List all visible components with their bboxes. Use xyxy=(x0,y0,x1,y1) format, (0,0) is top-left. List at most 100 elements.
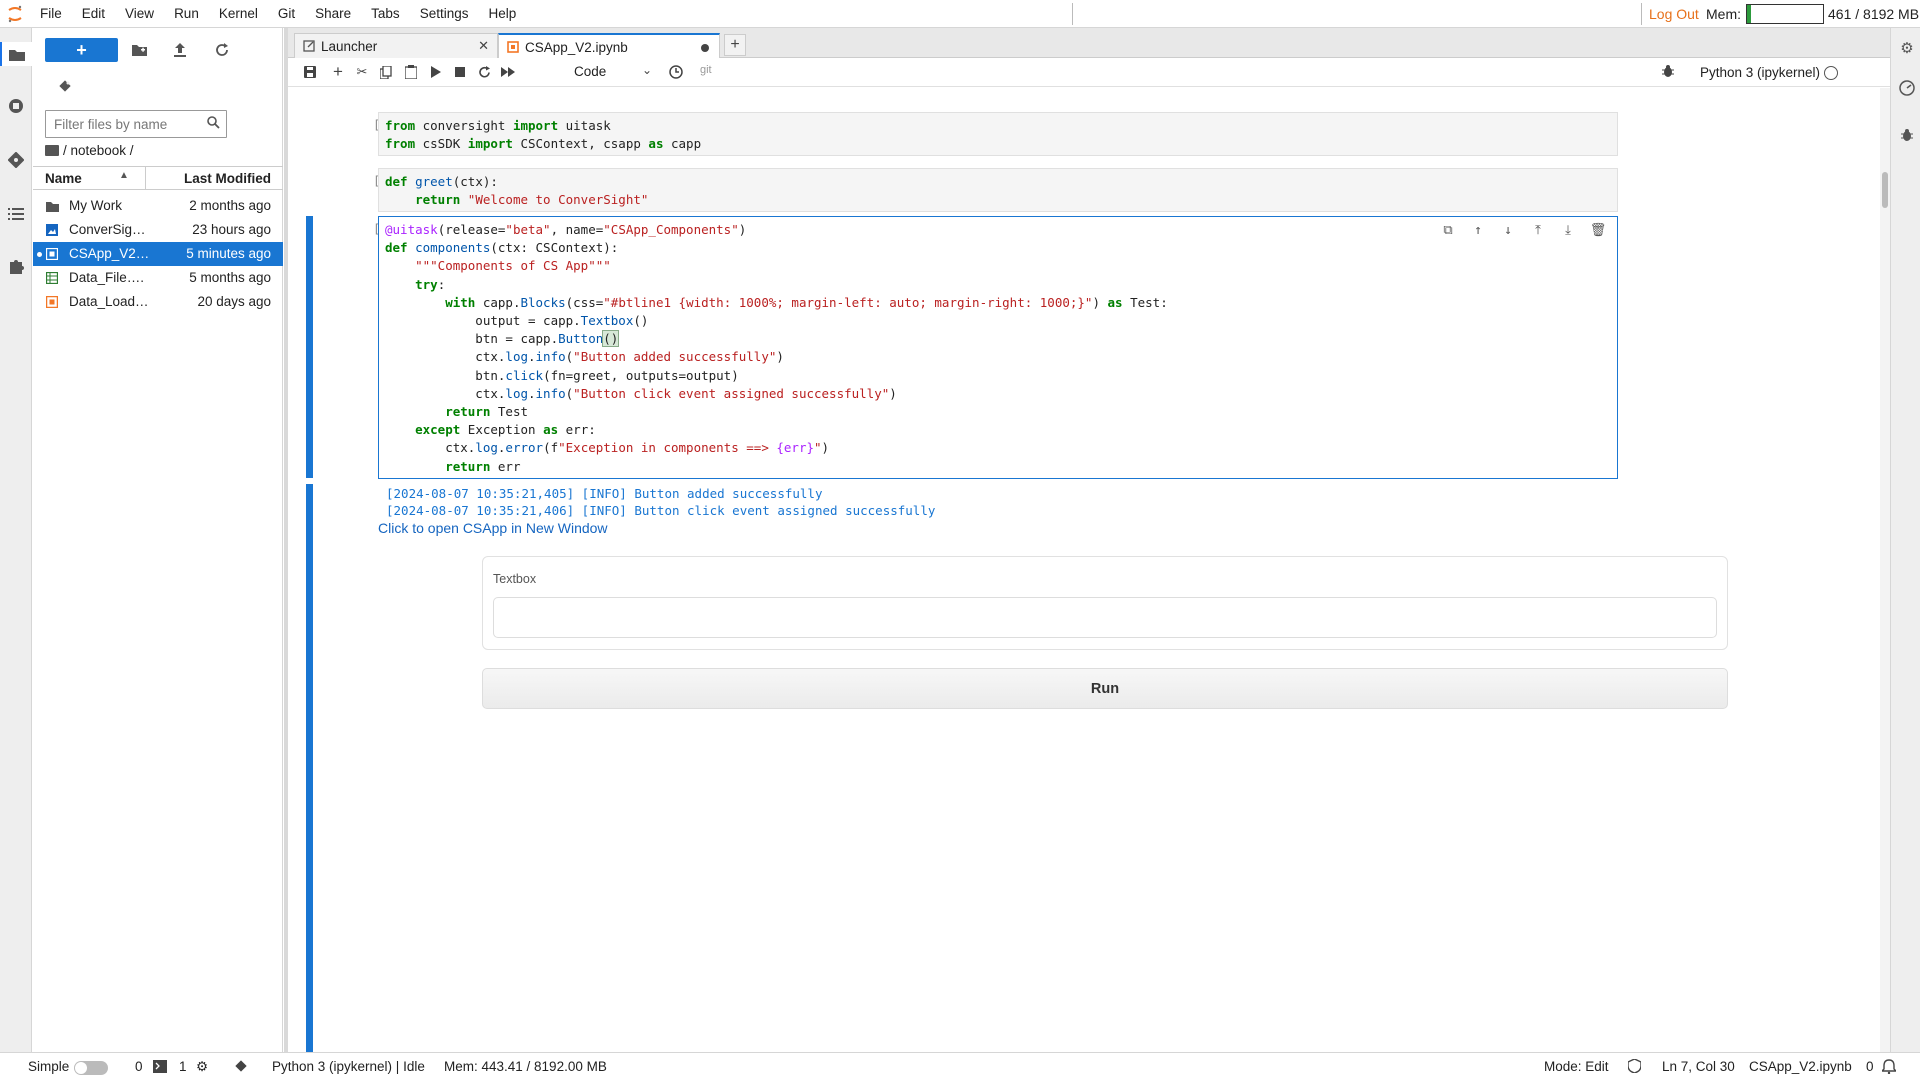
new-launcher-button[interactable]: + xyxy=(45,38,118,62)
kernel-name-button[interactable]: Python 3 (ipykernel) xyxy=(1700,65,1820,80)
column-modified-header[interactable]: Last Modified xyxy=(184,171,271,186)
git-clone-icon[interactable] xyxy=(53,74,77,98)
upload-icon[interactable] xyxy=(168,38,192,62)
code-cell-components[interactable]: @uitask(release="beta", name="CSApp_Comp… xyxy=(378,216,1618,479)
filter-placeholder: Filter files by name xyxy=(54,116,168,132)
sort-ascending-icon: ▲ xyxy=(119,170,129,181)
folder-icon xyxy=(45,145,59,156)
breadcrumb[interactable]: / notebook / xyxy=(45,143,134,158)
file-name: Data_File…. xyxy=(69,270,145,285)
file-name: CSApp_V2… xyxy=(69,246,149,261)
menu-tabs[interactable]: Tabs xyxy=(361,0,410,28)
git-panel-icon[interactable] xyxy=(4,148,28,172)
property-inspector-gear-icon[interactable]: ⚙ xyxy=(1897,38,1917,58)
run-button[interactable]: Run xyxy=(482,668,1728,709)
breadcrumb-path[interactable]: / notebook / xyxy=(63,143,134,158)
logout-button[interactable]: Log Out xyxy=(1644,0,1704,28)
new-tab-button[interactable]: + xyxy=(724,34,746,56)
simple-mode-toggle[interactable] xyxy=(74,1061,108,1075)
folder-icon xyxy=(46,200,59,212)
kernel-chip-icon: ⚙ xyxy=(196,1059,209,1074)
kernels-count[interactable]: 1 xyxy=(179,1059,187,1074)
tab-label: Launcher xyxy=(321,38,378,54)
memory-status-text: Mem: 443.41 / 8192.00 MB xyxy=(444,1059,607,1074)
file-list-item[interactable]: CSApp_V2… 5 minutes ago xyxy=(33,242,283,266)
stop-kernel-icon[interactable] xyxy=(450,62,470,82)
file-list-item[interactable]: Data_Load… 20 days ago xyxy=(33,290,283,314)
notification-count[interactable]: 0 xyxy=(1866,1059,1874,1074)
move-down-icon[interactable]: ↓ xyxy=(1499,222,1517,240)
terminal-icon xyxy=(153,1060,167,1076)
menu-file[interactable]: File xyxy=(30,0,72,28)
file-name: ConverSig… xyxy=(69,222,146,237)
textbox-input[interactable] xyxy=(493,597,1717,638)
menu-view[interactable]: View xyxy=(115,0,164,28)
copy-icon[interactable] xyxy=(376,62,396,82)
cut-icon[interactable]: ✂ xyxy=(352,62,372,82)
menu-edit[interactable]: Edit xyxy=(72,0,115,28)
cursor-position-text[interactable]: Ln 7, Col 30 xyxy=(1662,1059,1735,1074)
cell-type-select[interactable]: Code xyxy=(574,64,606,79)
debugger-bug-icon[interactable] xyxy=(1662,64,1674,80)
editor-mode-text[interactable]: Mode: Edit xyxy=(1544,1059,1609,1074)
tab-launcher[interactable]: Launcher ✕ xyxy=(294,33,498,58)
kernel-status-text[interactable]: Python 3 (ipykernel) | Idle xyxy=(272,1059,425,1074)
debugger-bug-icon[interactable] xyxy=(1897,124,1917,144)
save-icon[interactable] xyxy=(300,62,320,82)
paste-icon[interactable] xyxy=(401,62,421,82)
menu-kernel[interactable]: Kernel xyxy=(209,0,268,28)
menu-help[interactable]: Help xyxy=(478,0,526,28)
delete-cell-icon[interactable]: 🗑 xyxy=(1589,222,1607,240)
notebook-scrollbar[interactable] xyxy=(1880,88,1890,1052)
refresh-icon[interactable] xyxy=(210,38,234,62)
menu-settings[interactable]: Settings xyxy=(410,0,479,28)
file-list-item[interactable]: ConverSig… 23 hours ago xyxy=(33,218,283,242)
unsaved-dot-icon[interactable] xyxy=(701,44,709,52)
open-csapp-link[interactable]: Click to open CSApp in New Window xyxy=(378,520,608,536)
move-up-icon[interactable]: ↑ xyxy=(1469,222,1487,240)
menu-share[interactable]: Share xyxy=(305,0,361,28)
file-modified: 20 days ago xyxy=(197,294,271,309)
code-cell-imports[interactable]: from conversight import uitask from csSD… xyxy=(378,112,1618,156)
main-dock-area: Launcher ✕ CSApp_V2.ipynb + + ✂ Code ⌄ g… xyxy=(288,28,1890,1052)
menubar-divider xyxy=(1641,3,1642,25)
filter-files-input[interactable]: Filter files by name xyxy=(45,110,227,138)
restart-kernel-icon[interactable] xyxy=(474,62,494,82)
duplicate-cell-icon[interactable]: ⧉ xyxy=(1439,222,1457,240)
file-list-item[interactable]: Data_File…. 5 months ago xyxy=(33,266,283,290)
active-output-marker[interactable] xyxy=(306,484,313,1052)
image-file-icon xyxy=(46,224,59,236)
trusted-shield-icon[interactable] xyxy=(1627,1058,1642,1076)
new-folder-icon[interactable] xyxy=(127,38,151,62)
active-cell-marker[interactable] xyxy=(306,216,313,478)
file-list-item[interactable]: My Work 2 months ago xyxy=(33,194,283,218)
restart-run-all-icon[interactable] xyxy=(498,62,518,82)
file-modified: 2 months ago xyxy=(189,198,271,213)
chevron-down-icon[interactable]: ⌄ xyxy=(642,63,652,77)
memory-value: 461 / 8192 MB xyxy=(1828,6,1920,22)
terminals-count[interactable]: 0 xyxy=(135,1059,143,1074)
column-divider[interactable] xyxy=(145,167,146,189)
menu-git[interactable]: Git xyxy=(268,0,305,28)
scrollbar-thumb[interactable] xyxy=(1882,172,1888,208)
file-browser-tab-icon[interactable] xyxy=(0,42,32,66)
column-name-header[interactable]: Name xyxy=(45,171,82,186)
run-cell-icon[interactable] xyxy=(426,62,446,82)
menu-run[interactable]: Run xyxy=(164,0,209,28)
git-branch-icon[interactable] xyxy=(234,1059,248,1076)
menubar-divider xyxy=(1072,3,1073,25)
running-sessions-icon[interactable] xyxy=(4,94,28,118)
tab-csapp-notebook[interactable]: CSApp_V2.ipynb xyxy=(498,33,720,59)
history-clock-icon[interactable] xyxy=(666,62,686,82)
close-icon[interactable]: ✕ xyxy=(478,38,489,54)
code-cell-greet[interactable]: def greet(ctx): return "Welcome to Conve… xyxy=(378,168,1618,212)
git-diff-button[interactable]: git xyxy=(700,64,712,76)
resource-gauge-icon[interactable] xyxy=(1897,78,1917,98)
tab-bar: Launcher ✕ CSApp_V2.ipynb + xyxy=(288,28,1890,59)
table-of-contents-icon[interactable] xyxy=(4,202,28,226)
insert-above-icon[interactable]: ⤒ xyxy=(1529,222,1547,240)
extension-manager-icon[interactable] xyxy=(4,254,28,278)
notification-bell-icon[interactable] xyxy=(1880,1059,1898,1077)
insert-below-icon[interactable]: ⤓ xyxy=(1559,222,1577,240)
insert-cell-icon[interactable]: + xyxy=(328,62,348,82)
